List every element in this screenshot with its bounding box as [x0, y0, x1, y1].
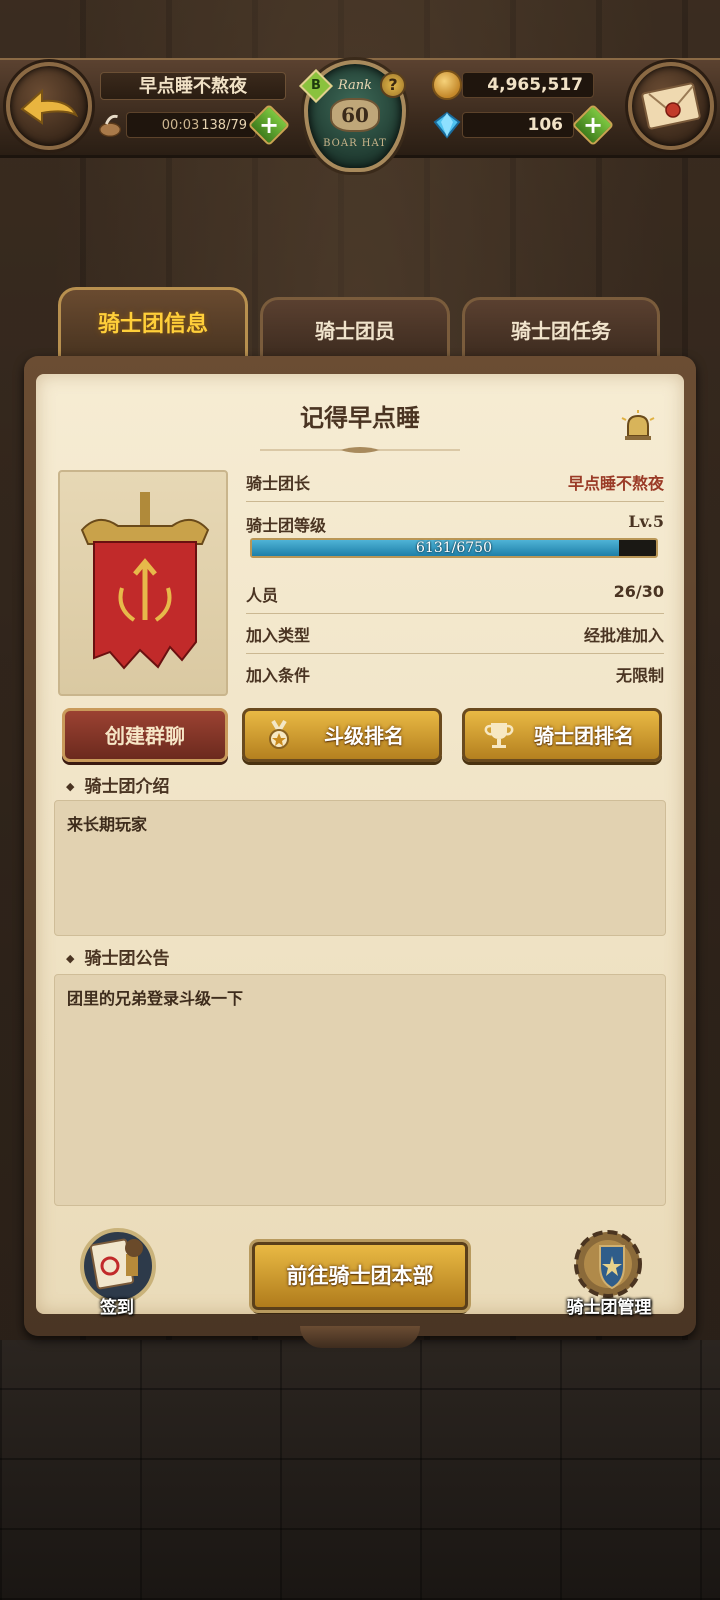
tab-guild-info[interactable]: 骑士团信息	[58, 287, 248, 361]
gold-coin-icon	[432, 70, 462, 100]
join-type-row: 加入类型 经批准加入	[246, 614, 664, 654]
guild-emblem	[58, 470, 228, 696]
join-condition-value: 无限制	[615, 666, 664, 685]
create-group-chat-button[interactable]: 创建群聊	[62, 708, 228, 762]
diamond-icon	[433, 111, 461, 139]
notice-label: 骑士团公告	[66, 944, 169, 969]
notice-text: 团里的兄弟登录斗级一下	[54, 974, 666, 1206]
trophy-icon	[484, 723, 514, 748]
guild-ranking-button[interactable]: 骑士团排名	[462, 708, 662, 762]
go-to-headquarters-button[interactable]: 前往骑士团本部	[252, 1242, 468, 1310]
top-hud: 早点睡不熬夜 00:03 138/79 + Rank 60 BOAR HAT B …	[0, 50, 720, 172]
join-type-value: 经批准加入	[583, 626, 664, 645]
checkin-button[interactable]: 签到	[72, 1220, 162, 1318]
rank-value: 60	[330, 98, 380, 132]
join-condition-row: 加入条件 无限制	[246, 654, 664, 694]
stamina-timer: 00:03	[161, 118, 200, 133]
back-arrow-icon	[20, 88, 79, 125]
gem-value: 106	[462, 112, 574, 138]
tab-guild-members[interactable]: 骑士团员	[260, 297, 450, 361]
guild-management-button[interactable]: 骑士团管理	[564, 1220, 654, 1318]
members-row: 人员 26/30	[246, 574, 664, 614]
mail-icon	[641, 82, 701, 130]
mail-button[interactable]	[628, 62, 714, 150]
members-value: 26/30	[613, 582, 664, 601]
stamina-count: 138/79	[201, 118, 247, 133]
gem-row: 106 +	[432, 103, 632, 147]
title-divider	[260, 447, 460, 453]
level-label: 骑士团等级	[246, 516, 327, 535]
join-condition-label: 加入条件	[246, 666, 311, 685]
guild-management-label: 骑士团管理	[566, 1298, 652, 1318]
guild-xp-bar: 6131/6750	[250, 538, 658, 558]
rank-badge[interactable]: Rank 60 BOAR HAT B ?	[290, 50, 420, 180]
xp-text: 6131/6750	[416, 540, 492, 556]
panel-bottom-trim	[300, 1326, 420, 1348]
tab-guild-tasks[interactable]: 骑士团任务	[462, 297, 660, 361]
alarm-bell-icon[interactable]	[620, 408, 656, 444]
rank-subtitle: BOAR HAT	[323, 138, 387, 149]
leader-label: 骑士团长	[246, 474, 311, 493]
guild-ranking-label: 骑士团排名	[534, 724, 634, 748]
guild-name: 记得早点睡	[300, 404, 420, 432]
add-stamina-button[interactable]: +	[247, 103, 291, 147]
leader-value[interactable]: 早点睡不熬夜	[568, 470, 664, 494]
join-type-label: 加入类型	[246, 626, 311, 645]
player-name: 早点睡不熬夜	[100, 72, 286, 100]
back-button[interactable]	[6, 62, 92, 150]
checkin-label: 签到	[100, 1298, 134, 1318]
intro-label: 骑士团介绍	[66, 772, 169, 797]
fight-ranking-label: 斗级排名	[324, 724, 404, 748]
add-gems-button[interactable]: +	[571, 103, 615, 147]
level-value: Lv.5	[628, 512, 664, 531]
stamina-value: 00:03 138/79	[126, 112, 256, 138]
intro-text: 来长期玩家	[54, 800, 666, 936]
guild-banner-icon	[80, 492, 210, 670]
stamina-icon	[96, 110, 126, 140]
plus-icon: +	[258, 111, 280, 139]
plus-icon: +	[582, 111, 604, 139]
rank-grade: B	[311, 78, 321, 93]
gold-value: 4,965,517	[462, 72, 594, 98]
medal-icon	[269, 719, 289, 749]
floor-background	[0, 1340, 720, 1600]
leader-row: 骑士团长 早点睡不熬夜	[246, 462, 664, 502]
members-label: 人员	[246, 586, 279, 605]
fight-ranking-button[interactable]: 斗级排名	[242, 708, 442, 762]
gold-row: 4,965,517	[432, 68, 632, 102]
stamina-row: 00:03 138/79 +	[96, 103, 291, 147]
rank-help-icon[interactable]: ?	[380, 72, 406, 98]
